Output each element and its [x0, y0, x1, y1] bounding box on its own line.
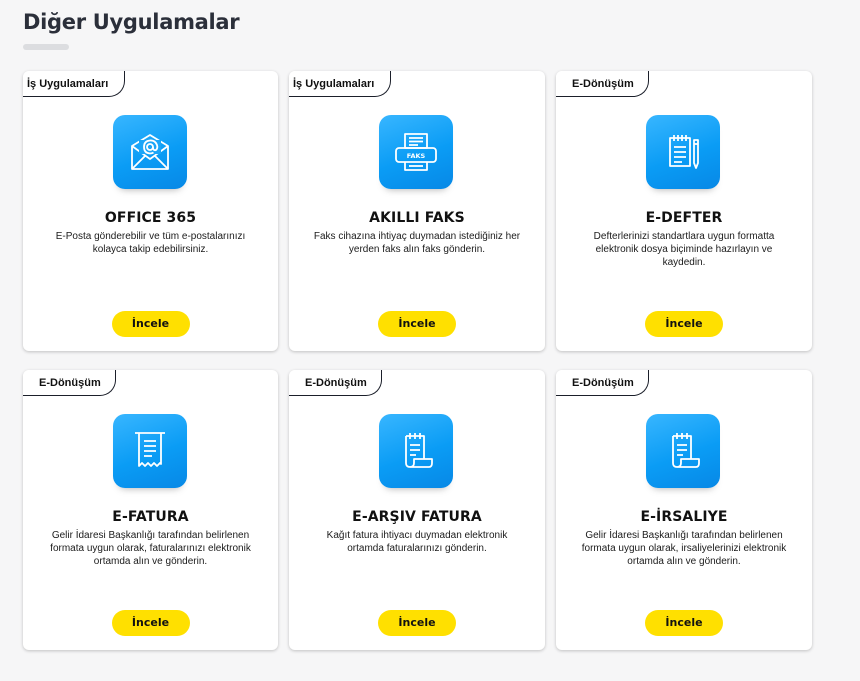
card-title: E-ARŞIV FATURA [352, 509, 482, 525]
app-icon-container [646, 414, 722, 490]
invoice-receipt-icon [112, 414, 187, 488]
card-title: E-İRSALIYE [640, 509, 728, 525]
category-tag: İş Uygulamaları [23, 71, 126, 97]
incele-button[interactable]: İncele [645, 610, 723, 636]
archive-document-icon [379, 414, 453, 488]
category-tag: İş Uygulamaları [289, 71, 392, 97]
app-icon-container [112, 115, 189, 191]
app-card-e-irsaliye: E-Dönüşüm E-İRSALIYE Gelir İdaresi Başka… [556, 370, 812, 650]
app-card-akilli-faks: İş Uygulamaları FAKS AKILLI FAKS Faks ci… [289, 71, 545, 351]
card-description: Kağıt fatura ihtiyacı duymadan elektroni… [326, 530, 508, 554]
app-card-office365: İş Uygulamaları OFFICE 365 E-Posta gönde… [23, 71, 278, 351]
incele-button[interactable]: İncele [645, 311, 723, 337]
card-description: Defterlerinizi standartlara uygun format… [593, 231, 775, 268]
card-title: AKILLI FAKS [369, 210, 465, 226]
page-title: Diğer Uygulamalar [23, 10, 240, 34]
card-description: Gelir İdaresi Başkanlığı tarafından beli… [581, 530, 787, 567]
apps-grid: İş Uygulamaları OFFICE 365 E-Posta gönde… [23, 71, 812, 650]
waybill-document-icon [646, 414, 720, 488]
app-card-e-arsiv-fatura: E-Dönüşüm E-ARŞIV FATURA Kağıt fatura ih… [289, 370, 545, 650]
card-description: Faks cihazına ihtiyaç duymadan istediğin… [313, 231, 521, 255]
app-icon-container [112, 414, 189, 490]
incele-button[interactable]: İncele [111, 610, 190, 636]
incele-button[interactable]: İncele [111, 311, 190, 337]
app-icon-container [646, 115, 722, 191]
app-card-e-defter: E-Dönüşüm E-DEFTER Defterlerinizi standa… [556, 71, 812, 351]
app-icon-container: FAKS [379, 115, 455, 191]
svg-text:FAKS: FAKS [407, 152, 426, 160]
category-tag: E-Dönüşüm [23, 370, 116, 396]
card-title: OFFICE 365 [104, 210, 197, 226]
title-underline [23, 44, 69, 50]
app-card-e-fatura: E-Dönüşüm E-FATURA Gelir İdaresi Başkanl… [23, 370, 278, 650]
card-title: E-DEFTER [645, 210, 723, 226]
card-title: E-FATURA [112, 509, 189, 525]
category-tag: E-Dönüşüm [289, 370, 382, 396]
fax-icon: FAKS [379, 115, 453, 189]
incele-button[interactable]: İncele [378, 311, 456, 337]
category-tag: E-Dönüşüm [556, 370, 649, 396]
ledger-pen-icon [646, 115, 720, 189]
app-icon-container [379, 414, 455, 490]
category-tag: E-Dönüşüm [556, 71, 649, 97]
card-description: E-Posta gönderebilir ve tüm e-postaların… [55, 231, 246, 255]
email-icon [112, 115, 187, 189]
card-description: Gelir İdaresi Başkanlığı tarafından beli… [50, 530, 251, 567]
incele-button[interactable]: İncele [378, 610, 456, 636]
